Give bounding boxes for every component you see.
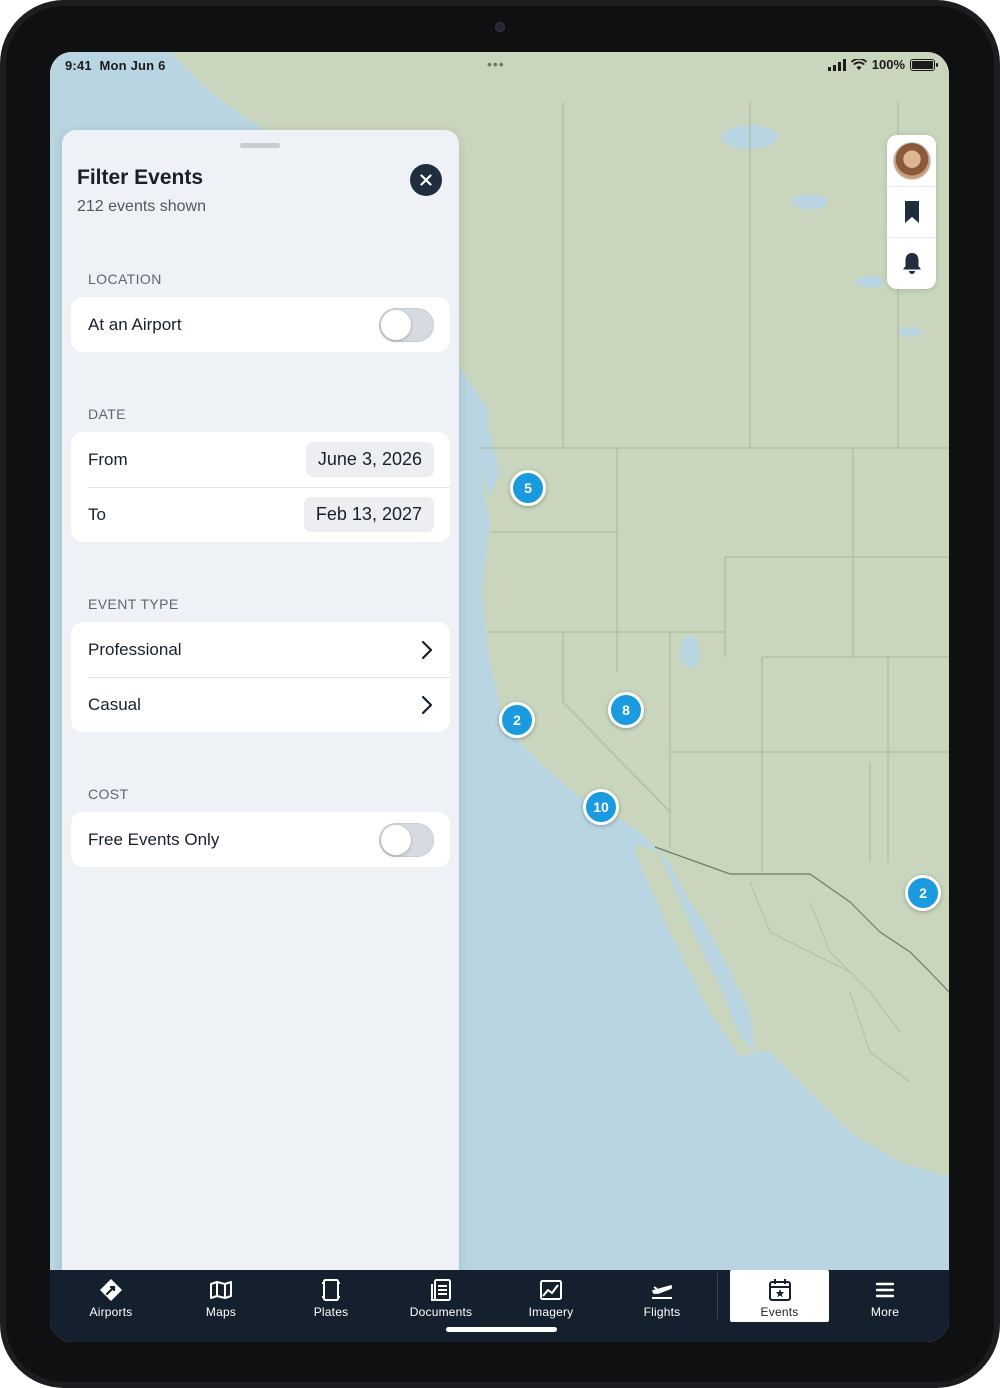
chevron-right-icon [421,695,433,714]
from-date-row: From June 3, 2026 [71,432,450,487]
lake [898,327,922,337]
avatar [892,141,931,180]
to-date-picker[interactable]: Feb 13, 2027 [303,497,434,532]
status-time: 9:41 Mon Jun 6 [65,58,166,73]
close-icon [420,174,432,186]
at-airport-row[interactable]: At an Airport [71,297,450,352]
notifications-button[interactable] [887,237,936,288]
event-cluster-marker[interactable]: 8 [608,692,644,728]
documents-icon [431,1279,451,1301]
lake [680,636,700,668]
lake [856,276,884,288]
event-type-casual-row[interactable]: Casual [71,677,450,732]
tab-more[interactable]: More [855,1270,915,1322]
section-header-location: LOCATION [88,271,162,287]
wifi-icon [850,58,867,70]
cost-card: Free Events Only [71,812,450,867]
events-icon [768,1279,791,1301]
battery-percent: 100% [871,57,905,72]
tab-imagery[interactable]: Imagery [521,1270,581,1322]
event-type-professional-row[interactable]: Professional [71,622,450,677]
close-button[interactable] [410,164,442,196]
event-type-label: Casual [88,694,141,714]
at-airport-label: At an Airport [88,314,182,334]
tab-maps[interactable]: Maps [191,1270,251,1322]
tab-airports[interactable]: Airports [76,1270,146,1322]
section-header-event-type: EVENT TYPE [88,596,179,612]
map-toolbar [887,135,936,289]
event-cluster-marker[interactable]: 5 [510,470,546,506]
tab-documents[interactable]: Documents [402,1270,480,1322]
tab-bar: Airports Maps Plates Documents Imagery F… [50,1270,949,1342]
maps-icon [210,1281,232,1299]
app-screen: 5 2 8 10 2 9:41 Mon Jun 6 ••• 100% Filte… [50,52,949,1342]
free-events-row[interactable]: Free Events Only [71,812,450,867]
profile-button[interactable] [887,135,936,186]
free-events-toggle[interactable] [379,822,434,857]
cellular-signal-icon [827,58,846,71]
free-events-label: Free Events Only [88,829,220,849]
bookmark-icon [904,201,919,223]
status-indicators: 100% [827,57,938,72]
battery-icon [910,58,938,71]
bell-icon [902,253,921,274]
tab-plates[interactable]: Plates [301,1270,361,1322]
imagery-icon [540,1280,562,1300]
event-cluster-marker[interactable]: 10 [583,789,619,825]
events-count: 212 events shown [77,198,206,215]
event-type-label: Professional [88,639,182,659]
lake [792,194,828,210]
filter-events-panel: Filter Events 212 events shown LOCATION … [62,130,459,1280]
at-airport-toggle[interactable] [379,307,434,342]
event-cluster-marker[interactable]: 2 [905,875,941,911]
more-icon [875,1282,895,1298]
location-card: At an Airport [71,297,450,352]
date-card: From June 3, 2026 To Feb 13, 2027 [71,432,450,542]
event-type-card: Professional Casual [71,622,450,732]
sheet-grabber[interactable] [240,143,280,148]
section-header-cost: COST [88,786,129,802]
airports-icon [100,1279,122,1301]
multitasking-dots-icon[interactable]: ••• [487,56,505,72]
tab-events[interactable]: Events [730,1270,829,1322]
flights-icon [652,1285,672,1299]
chevron-right-icon [421,640,433,659]
panel-title: Filter Events [77,166,204,189]
status-bar: 9:41 Mon Jun 6 ••• 100% [50,52,949,78]
home-indicator[interactable] [446,1327,557,1332]
tab-flights[interactable]: Flights [632,1270,692,1322]
to-label: To [88,504,106,524]
section-header-date: DATE [88,406,126,422]
bookmark-button[interactable] [887,186,936,237]
event-cluster-marker[interactable]: 2 [499,702,535,738]
from-date-picker[interactable]: June 3, 2026 [305,442,434,477]
plates-icon [322,1279,340,1301]
to-date-row: To Feb 13, 2027 [71,487,450,542]
ipad-device-frame: 5 2 8 10 2 9:41 Mon Jun 6 ••• 100% Filte… [0,0,1000,1388]
from-label: From [88,449,128,469]
front-camera [495,22,505,32]
tab-divider [717,1273,718,1319]
